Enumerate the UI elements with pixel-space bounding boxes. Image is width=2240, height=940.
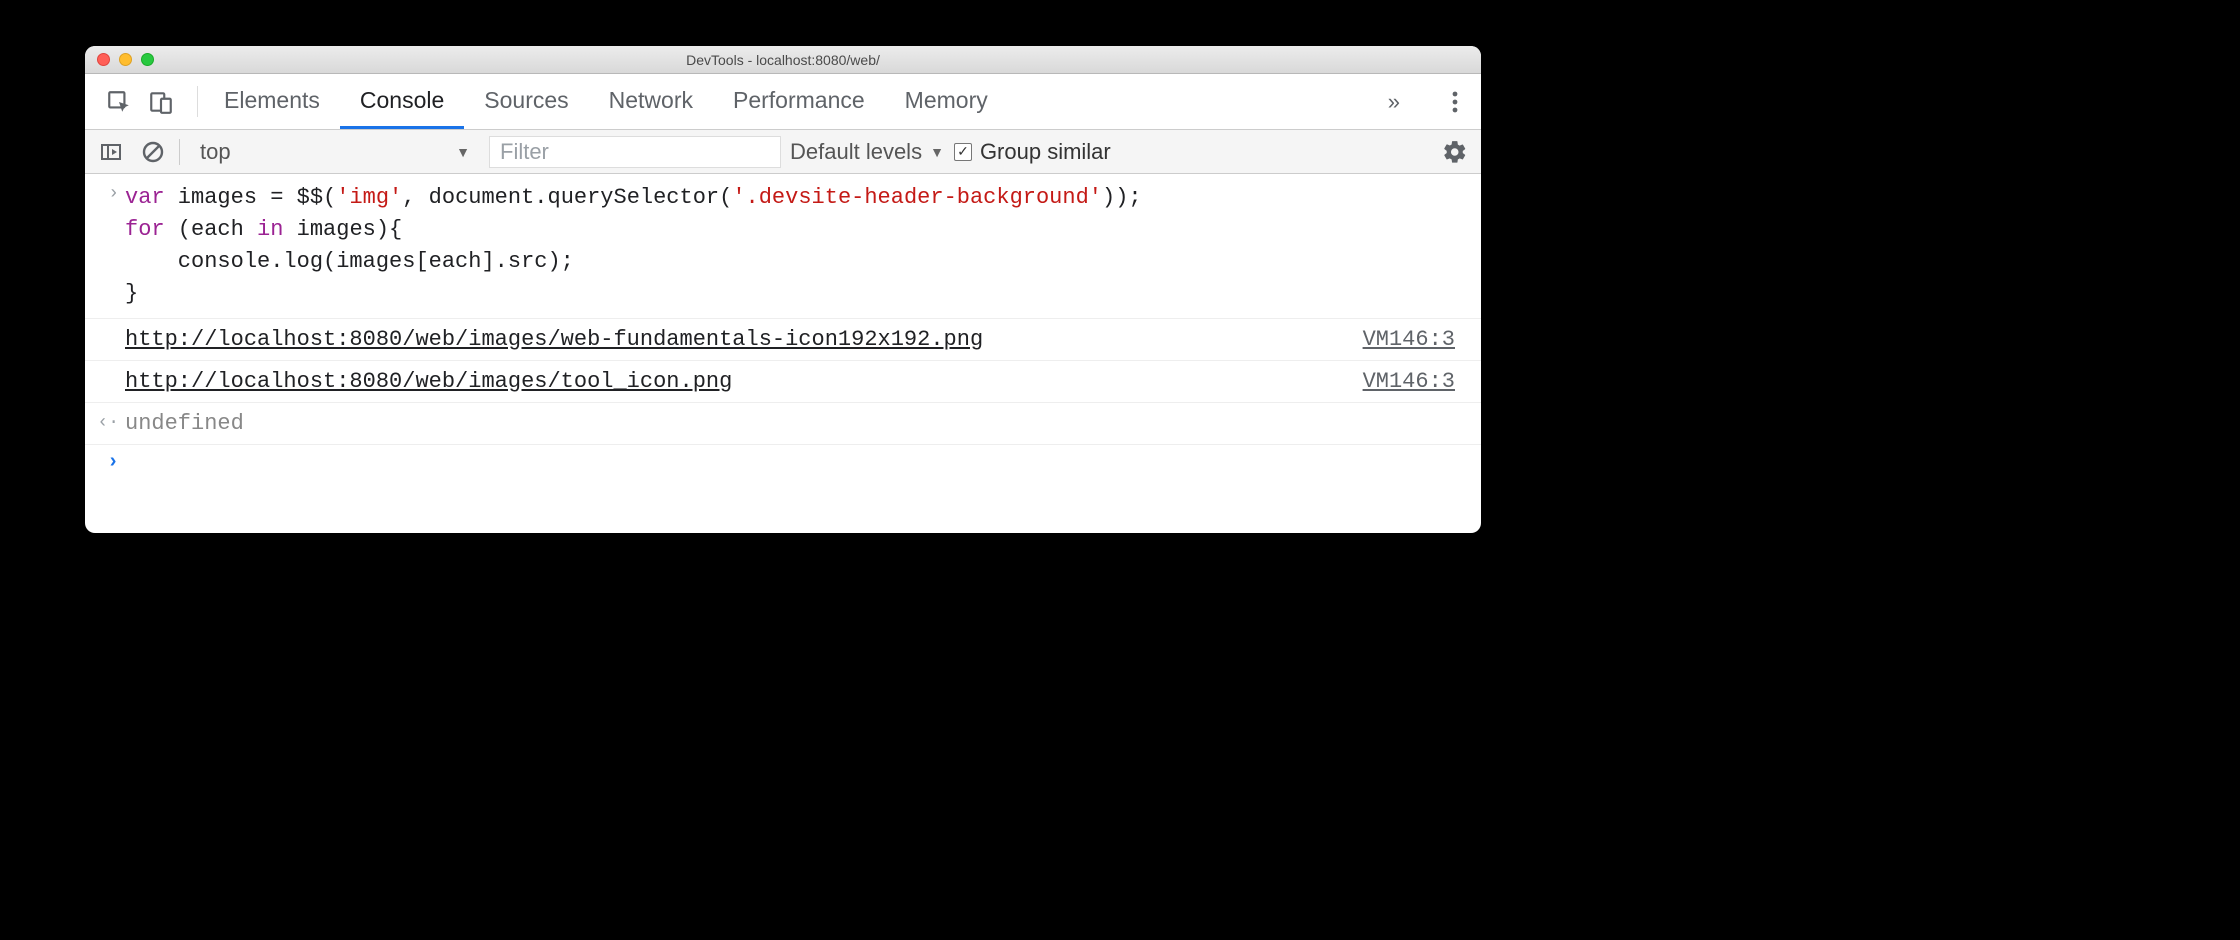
- separator: [179, 139, 180, 165]
- more-options-icon[interactable]: [1439, 86, 1471, 118]
- console-return-value: ‹· undefined: [85, 403, 1481, 445]
- inspect-element-icon[interactable]: [103, 86, 135, 118]
- execution-context-select[interactable]: top ▼: [190, 137, 480, 167]
- separator: [197, 86, 198, 117]
- tab-memory[interactable]: Memory: [885, 74, 1008, 129]
- message-source-link[interactable]: VM146:3: [1363, 369, 1471, 394]
- tab-elements[interactable]: Elements: [204, 74, 340, 129]
- console-filter-input[interactable]: [490, 137, 780, 167]
- devtools-window: DevTools - localhost:8080/web/: [85, 46, 1481, 533]
- zoom-window-button[interactable]: [141, 53, 154, 66]
- dropdown-icon: ▼: [930, 144, 944, 160]
- tab-network[interactable]: Network: [589, 74, 713, 129]
- clear-console-icon[interactable]: [137, 136, 169, 168]
- logged-url-link[interactable]: http://localhost:8080/web/images/tool_ic…: [125, 369, 732, 394]
- log-levels-label: Default levels: [790, 139, 922, 165]
- tab-performance[interactable]: Performance: [713, 74, 885, 129]
- console-input-echo: › var images = $$('img', document.queryS…: [85, 174, 1481, 319]
- input-chevron-icon: ›: [108, 184, 119, 204]
- toggle-console-sidebar-icon[interactable]: [95, 136, 127, 168]
- window-titlebar: DevTools - localhost:8080/web/: [85, 46, 1481, 74]
- console-prompt-input[interactable]: [125, 453, 1471, 490]
- logged-url-link[interactable]: http://localhost:8080/web/images/web-fun…: [125, 327, 983, 352]
- console-output: › var images = $$('img', document.queryS…: [85, 174, 1481, 498]
- message-source-link[interactable]: VM146:3: [1363, 327, 1471, 352]
- output-chevron-icon: ‹·: [97, 413, 119, 433]
- prompt-chevron-icon: ›: [107, 451, 119, 474]
- minimize-window-button[interactable]: [119, 53, 132, 66]
- devtools-tabstrip: Elements Console Sources Network Perform…: [85, 74, 1481, 130]
- traffic-lights: [85, 53, 154, 66]
- return-value-text: undefined: [125, 411, 1471, 436]
- panel-tabs: Elements Console Sources Network Perform…: [204, 74, 1008, 129]
- console-log-message: http://localhost:8080/web/images/tool_ic…: [85, 361, 1481, 403]
- console-toolbar: top ▼ Default levels ▼ ✓ Group similar: [85, 130, 1481, 174]
- console-settings-icon[interactable]: [1439, 136, 1471, 168]
- tab-console[interactable]: Console: [340, 74, 464, 129]
- checkbox-checked-icon: ✓: [954, 143, 972, 161]
- device-toolbar-icon[interactable]: [145, 86, 177, 118]
- execution-context-label: top: [200, 139, 231, 165]
- tabs-overflow-button[interactable]: »: [1374, 89, 1414, 115]
- tab-sources[interactable]: Sources: [464, 74, 588, 129]
- console-prompt-row: ›: [85, 445, 1481, 498]
- close-window-button[interactable]: [97, 53, 110, 66]
- window-title: DevTools - localhost:8080/web/: [85, 52, 1481, 68]
- group-similar-toggle[interactable]: ✓ Group similar: [954, 139, 1111, 165]
- group-similar-label: Group similar: [980, 139, 1111, 165]
- console-log-message: http://localhost:8080/web/images/web-fun…: [85, 319, 1481, 361]
- log-levels-select[interactable]: Default levels ▼: [790, 139, 944, 165]
- dropdown-icon: ▼: [456, 144, 470, 160]
